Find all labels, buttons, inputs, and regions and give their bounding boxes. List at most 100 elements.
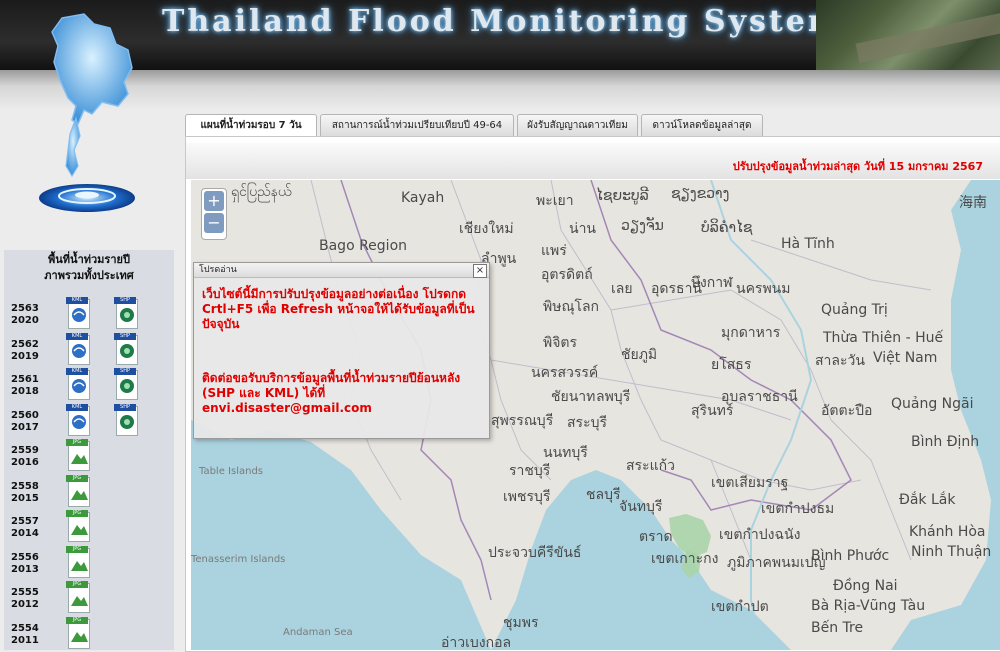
- map-place-label: Hà Tĩnh: [781, 236, 835, 252]
- tab-7day-flood-map[interactable]: แผนที่น้ำท่วมรอบ 7 วัน: [185, 114, 317, 137]
- jpg-download-icon[interactable]: JPG: [66, 545, 90, 578]
- year-be: 2561: [11, 374, 39, 385]
- kml-download-icon[interactable]: KML: [66, 368, 90, 400]
- shp-download-icon[interactable]: SHP: [114, 297, 138, 329]
- map-place-label: นครพนม: [736, 281, 791, 297]
- year-be: 2559: [11, 445, 39, 456]
- year-ce: 2013: [11, 563, 39, 575]
- file-type-tag: SHP: [114, 332, 136, 340]
- file-type-tag: KML: [66, 403, 88, 411]
- map-place-label: สระบุรี: [567, 415, 607, 431]
- year-ce: 2014: [11, 528, 39, 539]
- year-ce: 2017: [11, 421, 39, 433]
- map-place-label: Bình Phước: [811, 548, 890, 564]
- map-place-label: อุตรดิตถ์: [541, 267, 593, 283]
- file-type-tag: JPG: [66, 510, 88, 517]
- year-ce: 2011: [11, 634, 39, 646]
- file-type-tag: JPG: [66, 545, 88, 553]
- map-place-label: ชัยภูมิ: [621, 347, 658, 363]
- map-place-label: จันทบุรี: [619, 499, 663, 515]
- site-title: Thailand Flood Monitoring System: [162, 4, 843, 39]
- file-type-tag: KML: [66, 297, 88, 304]
- map-place-label: ຊຽງຂວາງ: [671, 186, 730, 202]
- file-type-tag: JPG: [66, 581, 88, 588]
- jpg-download-icon[interactable]: JPG: [66, 510, 90, 542]
- map-place-label: Khánh Hòa: [909, 524, 986, 540]
- notice-popup: โปรดอ่าน × เว็บไซต์นี้มีการปรับปรุงข้อมู…: [193, 262, 490, 439]
- panel-title: พื้นที่น้ำท่วมรายปี ภาพรวมทั้งประเทศ: [44, 253, 134, 282]
- zoom-control: + −: [201, 188, 227, 240]
- map-place-label: เขตกำปงฉนัง: [719, 527, 801, 543]
- map-place-label: Table Islands: [199, 466, 263, 477]
- year-be: 2562: [11, 338, 39, 350]
- shp-download-icon[interactable]: SHP: [114, 403, 138, 436]
- close-icon[interactable]: ×: [473, 264, 487, 278]
- map-place-label: ชัยนาท: [551, 389, 596, 405]
- year-ce: 2020: [11, 315, 39, 326]
- map-place-label: เขตเสียมราฐ: [711, 475, 789, 491]
- map-place-label: มุกดาหาร: [721, 325, 781, 341]
- map-place-label: อุดรธานี: [651, 281, 702, 297]
- map-place-label: ໄຊຍະບູລີ: [596, 188, 649, 204]
- header-photo: [816, 0, 1000, 70]
- map-place-label: ရှင်ပြည်နယ်: [231, 184, 292, 200]
- file-type-tag: SHP: [114, 403, 136, 411]
- map-place-label: ยโสธร: [711, 357, 752, 373]
- year-be: 2556: [11, 551, 39, 563]
- map-place-label: นครสวรรค์: [531, 365, 599, 381]
- popup-title: โปรดอ่าน: [194, 263, 489, 278]
- map-place-label: เชียงใหม่: [459, 221, 514, 237]
- map-place-label: เพชรบุรี: [503, 489, 551, 505]
- map-place-label: เขตกำปต: [711, 599, 769, 615]
- map-place-label: Quảng Trị: [821, 302, 888, 318]
- map-place-label: Bình Định: [911, 434, 980, 450]
- map-place-label: 海南: [959, 195, 987, 211]
- year-be: 2560: [11, 409, 39, 421]
- tab-satellite-reception[interactable]: ผังรับสัญญาณดาวเทียม: [517, 114, 638, 136]
- kml-download-icon[interactable]: KML: [66, 297, 90, 329]
- update-notice: ปรับปรุงข้อมูลน้ำท่วมล่าสุด วันที่ 15 มก…: [732, 160, 983, 173]
- map-place-label: น่าน: [569, 221, 597, 237]
- site-header: Thailand Flood Monitoring System: [0, 0, 1000, 70]
- file-type-tag: JPG: [66, 439, 88, 446]
- map-place-label: ลพบุรี: [596, 389, 631, 405]
- year-ce: 2019: [11, 350, 39, 362]
- map-place-label: สระแก้ว: [626, 458, 675, 474]
- map-place-label: Quảng Ngãi: [891, 396, 974, 412]
- map-place-label: Tenasserim Islands: [191, 554, 286, 565]
- map-place-label: Kayah: [401, 190, 445, 206]
- map-place-label: Việt Nam: [873, 350, 938, 366]
- jpg-download-icon[interactable]: JPG: [66, 474, 90, 507]
- shp-download-icon[interactable]: SHP: [114, 332, 138, 365]
- shp-download-icon[interactable]: SHP: [114, 368, 138, 400]
- jpg-download-icon[interactable]: JPG: [66, 581, 90, 613]
- year-label: 2562 2019: [11, 339, 39, 363]
- map-place-label: ชุมพร: [503, 615, 539, 631]
- map-place-label: Đồng Nai: [833, 578, 898, 594]
- jpg-download-icon[interactable]: JPG: [66, 616, 90, 649]
- zoom-out-button[interactable]: −: [204, 213, 224, 233]
- zoom-in-button[interactable]: +: [204, 191, 224, 211]
- year-ce: 2016: [11, 457, 39, 468]
- kml-download-icon[interactable]: KML: [66, 403, 90, 436]
- year-be: 2558: [11, 480, 39, 492]
- map-place-label: Thừa Thiên - Huế: [823, 330, 944, 346]
- map-place-label: แพร่: [541, 243, 567, 259]
- year-be: 2555: [11, 587, 39, 598]
- tab-download-data[interactable]: ดาวน์โหลดข้อมูลล่าสุด: [641, 114, 763, 136]
- map-place-label: ชลบุรี: [586, 487, 621, 503]
- kml-download-icon[interactable]: KML: [66, 332, 90, 365]
- file-type-tag: KML: [66, 368, 88, 375]
- jpg-download-icon[interactable]: JPG: [66, 439, 90, 471]
- year-label: 2560 2017: [11, 410, 39, 434]
- header-band: [0, 70, 1000, 110]
- map-place-label: Bago Region: [319, 238, 408, 254]
- map-place-label: Bà Rịa-Vũng Tàu: [811, 598, 926, 614]
- map-place-label: อ่าวเบงกอล: [441, 635, 512, 650]
- tab-flood-comparison[interactable]: สถานการณ์น้ำท่วมเปรียบเทียบปี 49-64: [320, 114, 514, 136]
- file-type-tag: KML: [66, 332, 88, 340]
- map-place-label: พิษณุโลก: [543, 299, 600, 315]
- file-type-tag: SHP: [114, 368, 136, 375]
- contact-notice: ติดต่อขอรับบริการข้อมูลพื้นที่น้ำท่วมราย…: [202, 371, 461, 415]
- map-place-label: อัตตะปือ: [821, 403, 873, 419]
